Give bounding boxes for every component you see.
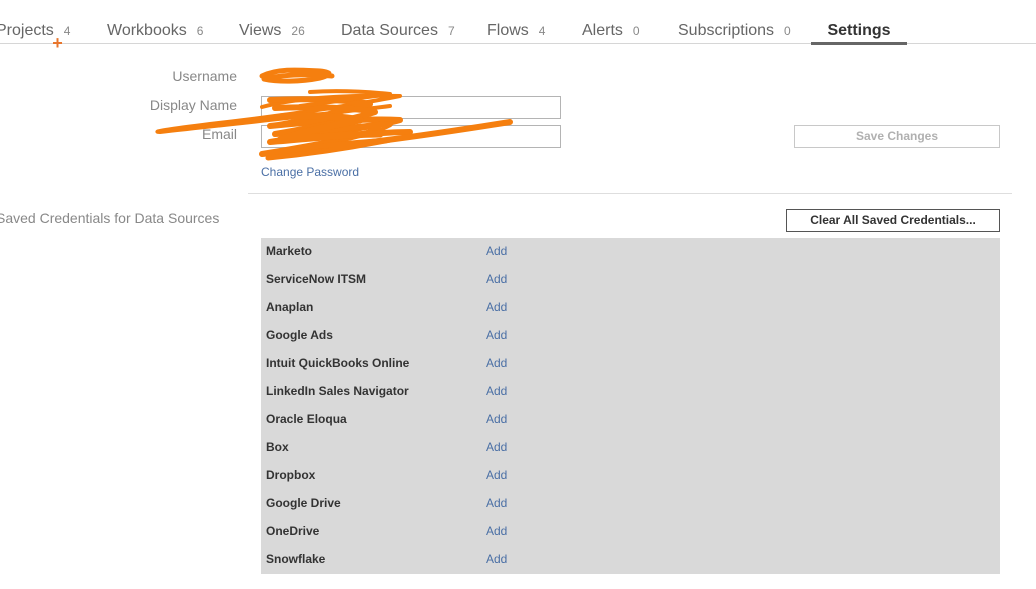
- tab-flows[interactable]: Flows 4: [487, 22, 545, 44]
- add-credential-link[interactable]: Add: [486, 440, 507, 454]
- credential-row: Snowflake Add: [261, 546, 1000, 574]
- tab-label: Alerts: [582, 22, 623, 39]
- credential-name: Marketo: [266, 244, 313, 258]
- tab-data-sources[interactable]: Data Sources 7: [341, 22, 455, 44]
- credential-row: OneDrive Add: [261, 518, 1000, 546]
- display-name-label: Display Name: [149, 97, 237, 113]
- tab-label: Subscriptions: [678, 22, 775, 39]
- credential-name: Snowflake: [266, 552, 326, 566]
- credential-name: Oracle Eloqua: [266, 412, 347, 426]
- tab-count: 0: [632, 24, 640, 38]
- add-credential-link[interactable]: Add: [486, 384, 507, 398]
- tab-views[interactable]: Views 26: [239, 22, 305, 44]
- tab-count: 4: [63, 24, 71, 38]
- email-label: Email: [201, 126, 237, 142]
- credential-row: Oracle Eloqua Add: [261, 406, 1000, 434]
- credential-name: Dropbox: [266, 468, 316, 482]
- tab-count: 26: [291, 24, 305, 38]
- credential-row: ServiceNow ITSM Add: [261, 266, 1000, 294]
- add-credential-link[interactable]: Add: [486, 524, 507, 538]
- credential-row: Dropbox Add: [261, 462, 1000, 490]
- credential-name: Box: [266, 440, 289, 454]
- credential-name: ServiceNow ITSM: [266, 272, 367, 286]
- change-password-link[interactable]: Change Password: [261, 165, 359, 179]
- credential-row: Intuit QuickBooks Online Add: [261, 350, 1000, 378]
- section-divider: [248, 193, 1012, 194]
- add-credential-link[interactable]: Add: [486, 552, 507, 566]
- saved-credentials-heading: Saved Credentials for Data Sources: [0, 210, 220, 226]
- tab-label: Views: [239, 22, 282, 39]
- add-credential-link[interactable]: Add: [486, 356, 507, 370]
- email-input[interactable]: [261, 125, 561, 148]
- add-credential-link[interactable]: Add: [486, 328, 507, 342]
- save-changes-button[interactable]: Save Changes: [794, 125, 1000, 148]
- tab-alerts[interactable]: Alerts 0: [582, 22, 640, 44]
- credential-name: Intuit QuickBooks Online: [266, 356, 410, 370]
- tab-subscriptions[interactable]: Subscriptions 0: [678, 22, 791, 44]
- display-name-input[interactable]: [261, 96, 561, 119]
- credential-name: Anaplan: [266, 300, 314, 314]
- tab-count: 6: [196, 24, 204, 38]
- tab-label: Projects: [0, 22, 54, 39]
- credentials-table: Marketo Add ServiceNow ITSM Add Anaplan Add…: [261, 238, 1000, 574]
- add-credential-link[interactable]: Add: [486, 272, 507, 286]
- tab-count: 0: [784, 24, 791, 38]
- clear-all-credentials-button[interactable]: Clear All Saved Credentials...: [786, 209, 1000, 232]
- add-credential-link[interactable]: Add: [486, 468, 507, 482]
- credential-row: Anaplan Add: [261, 294, 1000, 322]
- credential-row: Marketo Add: [261, 238, 1000, 266]
- username-label: Username: [172, 68, 237, 84]
- credential-name: Google Drive: [266, 496, 341, 510]
- credential-name: OneDrive: [266, 524, 320, 538]
- tab-label: Data Sources: [341, 22, 438, 39]
- tab-count: 4: [538, 24, 546, 38]
- add-credential-link[interactable]: Add: [486, 412, 507, 426]
- add-credential-link[interactable]: Add: [486, 496, 507, 510]
- tab-label: Settings: [827, 22, 891, 39]
- credential-row: Google Ads Add: [261, 322, 1000, 350]
- credential-name: LinkedIn Sales Navigator: [266, 384, 409, 398]
- tab-label: Workbooks: [107, 22, 187, 39]
- credential-name: Google Ads: [266, 328, 333, 342]
- plus-icon[interactable]: +: [51, 34, 64, 52]
- tab-label: Flows: [487, 22, 529, 39]
- credential-row: LinkedIn Sales Navigator Add: [261, 378, 1000, 406]
- credential-row: Google Drive Add: [261, 490, 1000, 518]
- add-credential-link[interactable]: Add: [486, 244, 507, 258]
- tab-settings[interactable]: Settings: [811, 22, 907, 46]
- credential-row: Box Add: [261, 434, 1000, 462]
- add-credential-link[interactable]: Add: [486, 300, 507, 314]
- active-tab-indicator: [811, 42, 907, 45]
- tab-bar: Projects 4 Workbooks 6 Views 26 Data Source…: [0, 0, 1036, 46]
- tab-workbooks[interactable]: Workbooks 6: [107, 22, 203, 44]
- tab-count: 7: [447, 24, 455, 38]
